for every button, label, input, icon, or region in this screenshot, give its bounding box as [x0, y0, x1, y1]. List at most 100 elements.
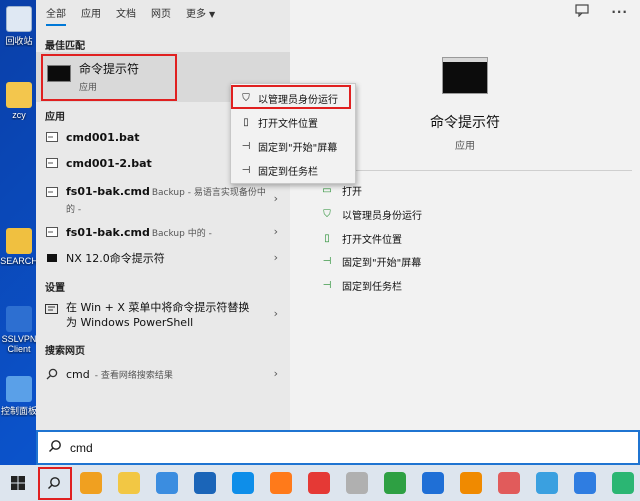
- highlight-box: [38, 467, 72, 500]
- taskbar-app[interactable]: [604, 465, 640, 501]
- section-web: 搜索网页: [45, 346, 85, 357]
- chevron-right-icon[interactable]: ›: [274, 367, 278, 380]
- desktop-icon-recycle-bin[interactable]: 回收站: [0, 6, 38, 47]
- web-query: cmd: [66, 367, 90, 381]
- list-item[interactable]: 在 Win + X 菜单中将命令提示符替换为 Windows PowerShel…: [36, 296, 290, 330]
- vpn-icon: [6, 306, 32, 332]
- feedback-icon[interactable]: [575, 4, 589, 20]
- menu-item-label: 固定到任务栏: [258, 166, 318, 178]
- action-label: 固定到任务栏: [342, 281, 402, 293]
- menu-item-label: 固定到"开始"屏幕: [258, 142, 338, 154]
- list-item[interactable]: fs01-bak.cmd Backup - 易语言实现备份中的 - ›: [36, 180, 290, 215]
- list-item[interactable]: fs01-bak.cmd Backup 中的 - ›: [36, 221, 290, 243]
- menu-item-pin-taskbar[interactable]: ⊣ 固定到任务栏: [231, 159, 357, 181]
- shield-run-icon: ⛉: [323, 208, 331, 220]
- tab-web[interactable]: 网页: [151, 5, 171, 20]
- app-red-icon: [308, 472, 330, 494]
- list-item[interactable]: NX 12.0命令提示符 ›: [36, 247, 290, 269]
- app-name: cmd001.bat: [66, 130, 140, 144]
- web-search-item[interactable]: cmd - 查看网络搜索结果 ›: [36, 363, 290, 385]
- batch-file-icon: [45, 132, 58, 143]
- batch-file-icon: [45, 158, 58, 169]
- file-explorer-icon: [118, 472, 140, 494]
- taskbar-app[interactable]: [262, 465, 300, 501]
- ie-icon: [384, 472, 406, 494]
- action-label: 以管理员身份运行: [342, 210, 422, 222]
- firefox-icon: [270, 472, 292, 494]
- chevron-right-icon[interactable]: ›: [274, 251, 278, 264]
- tab-all[interactable]: 全部: [46, 5, 66, 26]
- taskbar-app[interactable]: [186, 465, 224, 501]
- taskbar-app[interactable]: [452, 465, 490, 501]
- folder-open-icon: ▯: [324, 232, 330, 244]
- menu-item-label: 打开文件位置: [258, 118, 318, 130]
- tab-more-label: 更多: [186, 8, 206, 20]
- tab-more[interactable]: 更多 ▼: [186, 5, 215, 20]
- taskbar-app[interactable]: [528, 465, 566, 501]
- upload-icon: [422, 472, 444, 494]
- search-icon: [48, 439, 62, 456]
- action-pin-start[interactable]: ⊣ 固定到"开始"屏幕: [320, 251, 422, 271]
- app-name: fs01-bak.cmd: [66, 185, 150, 198]
- highlight-box: [231, 85, 351, 109]
- start-button[interactable]: [0, 465, 36, 501]
- desktop-icon-label: SSLVPN Client: [1, 334, 37, 354]
- windows-logo-icon: [11, 476, 25, 490]
- desktop-icon-label: SEARCH: [0, 256, 38, 266]
- pin-icon: ⊣: [322, 279, 332, 291]
- folder-open-icon: ▯: [243, 116, 249, 128]
- settings-list-icon: [45, 303, 58, 314]
- chevron-right-icon[interactable]: ›: [274, 192, 278, 205]
- panel-tools: ···: [290, 0, 640, 24]
- tab-apps[interactable]: 应用: [81, 5, 101, 20]
- app-location: Backup 中的 -: [151, 228, 212, 239]
- desktop-icon-label: 回收站: [5, 36, 33, 46]
- app-name: NX 12.0命令提示符: [66, 252, 165, 265]
- taskbar-app[interactable]: [376, 465, 414, 501]
- action-open-location[interactable]: ▯ 打开文件位置: [320, 228, 402, 248]
- ellipsis-icon[interactable]: ···: [611, 5, 628, 19]
- chevron-right-icon[interactable]: ›: [274, 225, 278, 238]
- section-settings: 设置: [45, 283, 65, 294]
- batch-file-icon: [45, 186, 58, 197]
- action-label: 打开文件位置: [342, 234, 402, 246]
- folder-icon: [6, 82, 32, 108]
- menu-item-open-location[interactable]: ▯ 打开文件位置: [231, 111, 357, 133]
- teamviewer-icon: [232, 472, 254, 494]
- desktop-icon-search[interactable]: SEARCH: [0, 228, 38, 266]
- search-box[interactable]: [36, 430, 640, 465]
- app-name: fs01-bak.cmd: [66, 225, 150, 239]
- search-input[interactable]: [70, 440, 470, 455]
- desktop-icon-label: 控制面板: [0, 406, 37, 416]
- batch-file-icon: [45, 227, 58, 238]
- setting-text: 在 Win + X 菜单中将命令提示符替换为 Windows PowerShel…: [66, 301, 250, 329]
- taskbar-app[interactable]: [300, 465, 338, 501]
- shortcut-icon: [6, 228, 32, 254]
- action-pin-taskbar[interactable]: ⊣ 固定到任务栏: [320, 275, 402, 295]
- snip-icon: [498, 472, 520, 494]
- pin-icon: ⊣: [241, 164, 251, 176]
- web-hint: - 查看网络搜索结果: [94, 370, 173, 381]
- green-app-icon: [612, 472, 634, 494]
- tab-documents[interactable]: 文档: [116, 5, 136, 20]
- section-apps: 应用: [45, 112, 65, 123]
- chevron-right-icon[interactable]: ›: [274, 307, 278, 320]
- taskbar-app[interactable]: [110, 465, 148, 501]
- taskbar-app[interactable]: [566, 465, 604, 501]
- action-run-as-admin[interactable]: ⛉ 以管理员身份运行: [320, 204, 422, 224]
- app-grey-icon: [346, 472, 368, 494]
- desktop-icon-user-folder[interactable]: zcy: [0, 82, 38, 120]
- taskbar-app[interactable]: [338, 465, 376, 501]
- taskbar-app[interactable]: [414, 465, 452, 501]
- taskbar: [0, 465, 640, 501]
- taskbar-app[interactable]: [148, 465, 186, 501]
- menu-item-pin-start[interactable]: ⊣ 固定到"开始"屏幕: [231, 135, 357, 157]
- taskbar-app[interactable]: [490, 465, 528, 501]
- taskbar-app[interactable]: [72, 465, 110, 501]
- taskbar-app[interactable]: [224, 465, 262, 501]
- virtualbox-icon: [194, 472, 216, 494]
- desktop-icon-control-panel[interactable]: 控制面板: [0, 376, 38, 417]
- desktop-icon-label: zcy: [12, 110, 26, 120]
- desktop-icon-sslvpn[interactable]: SSLVPN Client: [0, 306, 38, 354]
- action-label: 打开: [342, 186, 362, 198]
